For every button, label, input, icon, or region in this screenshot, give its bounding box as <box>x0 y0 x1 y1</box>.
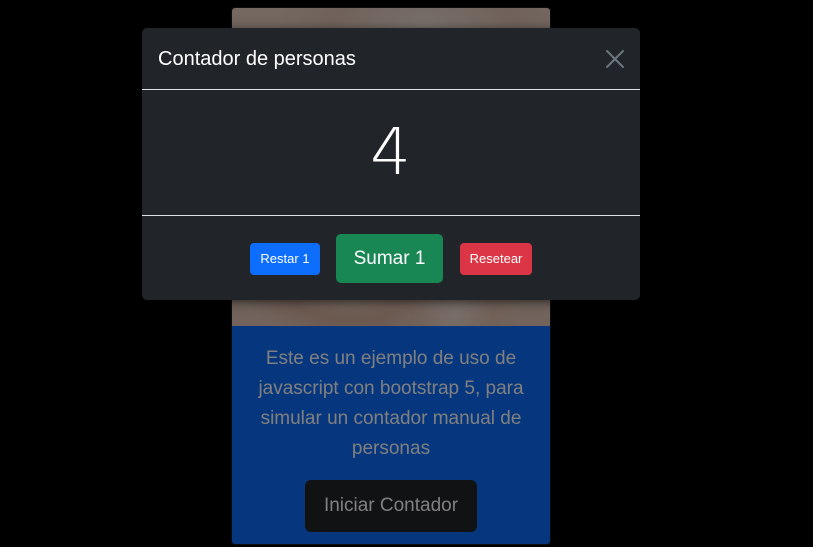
reset-button[interactable]: Resetear <box>460 243 532 275</box>
modal-title: Contador de personas <box>158 48 356 70</box>
subtract-button[interactable]: Restar 1 <box>250 243 320 275</box>
close-button[interactable] <box>602 46 628 72</box>
counter-value: 4 <box>370 116 412 190</box>
page: Este es un ejemplo de uso de javascript … <box>0 0 813 547</box>
add-button[interactable]: Sumar 1 <box>336 234 443 283</box>
close-icon <box>606 50 624 68</box>
modal-header: Contador de personas <box>142 28 640 90</box>
modal-body: 4 <box>142 90 640 216</box>
counter-modal: Contador de personas 4 Restar 1 Sumar 1 … <box>142 28 640 300</box>
modal-footer: Restar 1 Sumar 1 Resetear <box>142 216 640 300</box>
